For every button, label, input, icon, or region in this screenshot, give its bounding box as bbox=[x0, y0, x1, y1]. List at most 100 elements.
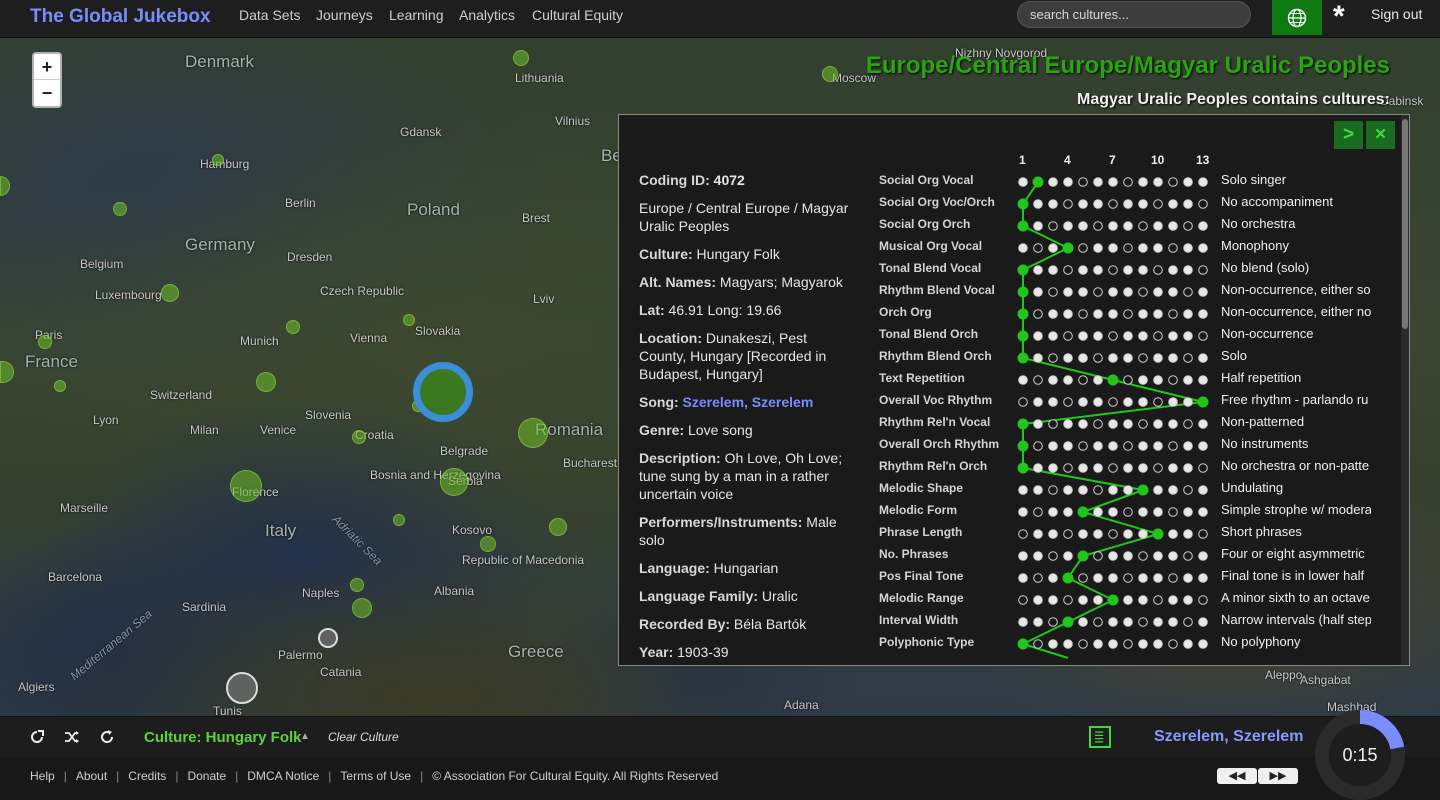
coding-dot[interactable] bbox=[1048, 441, 1058, 451]
coding-dot[interactable] bbox=[1153, 265, 1163, 275]
coding-dot[interactable] bbox=[1168, 265, 1178, 275]
coding-dot[interactable] bbox=[1018, 617, 1028, 627]
coding-dot-selected[interactable] bbox=[1152, 528, 1164, 540]
coding-dot[interactable] bbox=[1183, 353, 1193, 363]
culture-dropdown-caret-icon[interactable]: ▲ bbox=[300, 731, 310, 742]
coding-dot[interactable] bbox=[1108, 485, 1118, 495]
culture-marker[interactable] bbox=[230, 470, 262, 502]
coding-dot[interactable] bbox=[1198, 353, 1208, 363]
coding-line-name[interactable]: Rhythm Blend Vocal bbox=[879, 283, 995, 297]
coding-dot[interactable] bbox=[1018, 529, 1028, 539]
coding-dot[interactable] bbox=[1138, 441, 1148, 451]
coding-dot[interactable] bbox=[1183, 309, 1193, 319]
coding-dot[interactable] bbox=[1093, 221, 1103, 231]
coding-dot[interactable] bbox=[1138, 529, 1148, 539]
coding-dot[interactable] bbox=[1183, 265, 1193, 275]
coding-dot[interactable] bbox=[1153, 441, 1163, 451]
coding-dot-selected[interactable] bbox=[1032, 176, 1044, 188]
coding-dot[interactable] bbox=[1108, 573, 1118, 583]
coding-dot[interactable] bbox=[1153, 485, 1163, 495]
current-culture-label[interactable]: Culture: Hungary Folk bbox=[144, 729, 302, 746]
coding-dot[interactable] bbox=[1168, 353, 1178, 363]
coding-line-name[interactable]: Social Org Orch bbox=[879, 217, 970, 231]
coding-dot[interactable] bbox=[1153, 573, 1163, 583]
coding-dot[interactable] bbox=[1048, 265, 1058, 275]
coding-dot[interactable] bbox=[1153, 595, 1163, 605]
coding-dot[interactable] bbox=[1198, 463, 1208, 473]
coding-dot[interactable] bbox=[1018, 507, 1028, 517]
coding-dot[interactable] bbox=[1093, 265, 1103, 275]
coding-dot[interactable] bbox=[1168, 375, 1178, 385]
coding-dot[interactable] bbox=[1063, 309, 1073, 319]
coding-dot[interactable] bbox=[1048, 551, 1058, 561]
coding-dot[interactable] bbox=[1033, 199, 1043, 209]
rewind-button[interactable]: ◀◀ bbox=[1217, 768, 1257, 784]
coding-dot[interactable] bbox=[1138, 221, 1148, 231]
coding-dot[interactable] bbox=[1033, 485, 1043, 495]
coding-dot[interactable] bbox=[1063, 551, 1073, 561]
coding-dot[interactable] bbox=[1153, 309, 1163, 319]
coding-dot[interactable] bbox=[1198, 639, 1208, 649]
coding-dot[interactable] bbox=[1168, 221, 1178, 231]
coding-dot[interactable] bbox=[1108, 397, 1118, 407]
coding-dot[interactable] bbox=[1033, 397, 1043, 407]
culture-marker[interactable] bbox=[286, 320, 300, 334]
coding-dot[interactable] bbox=[1183, 419, 1193, 429]
culture-marker[interactable] bbox=[822, 66, 838, 82]
coding-dot[interactable] bbox=[1168, 573, 1178, 583]
coding-line-name[interactable]: Musical Org Vocal bbox=[879, 239, 982, 253]
coding-dot[interactable] bbox=[1138, 463, 1148, 473]
coding-dot[interactable] bbox=[1153, 287, 1163, 297]
culture-marker[interactable] bbox=[352, 598, 372, 618]
culture-marker[interactable] bbox=[113, 202, 127, 216]
next-button[interactable]: > bbox=[1334, 121, 1363, 149]
coding-dot[interactable] bbox=[1198, 573, 1208, 583]
coding-dot[interactable] bbox=[1108, 529, 1118, 539]
coding-dot[interactable] bbox=[1138, 177, 1148, 187]
coding-dot[interactable] bbox=[1108, 551, 1118, 561]
coding-dot[interactable] bbox=[1108, 177, 1118, 187]
coding-dot[interactable] bbox=[1108, 287, 1118, 297]
coding-dot[interactable] bbox=[1093, 441, 1103, 451]
coding-dot[interactable] bbox=[1063, 353, 1073, 363]
coding-dot[interactable] bbox=[1033, 265, 1043, 275]
coding-dot[interactable] bbox=[1093, 243, 1103, 253]
coding-dot[interactable] bbox=[1153, 397, 1163, 407]
coding-dot[interactable] bbox=[1048, 243, 1058, 253]
coding-dot[interactable] bbox=[1138, 573, 1148, 583]
footer-link[interactable]: Terms of Use bbox=[340, 769, 411, 783]
scrollbar-thumb[interactable] bbox=[1402, 119, 1408, 329]
coding-dot[interactable] bbox=[1138, 397, 1148, 407]
coding-dot[interactable] bbox=[1168, 177, 1178, 187]
coding-dot[interactable] bbox=[1153, 199, 1163, 209]
coding-dot[interactable] bbox=[1168, 463, 1178, 473]
coding-dot[interactable] bbox=[1168, 419, 1178, 429]
coding-dot[interactable] bbox=[1138, 199, 1148, 209]
coding-dot-selected[interactable] bbox=[1017, 330, 1029, 342]
coding-dot[interactable] bbox=[1183, 639, 1193, 649]
coding-dot[interactable] bbox=[1048, 463, 1058, 473]
coding-dot[interactable] bbox=[1108, 199, 1118, 209]
coding-dot[interactable] bbox=[1108, 309, 1118, 319]
coding-dot-selected[interactable] bbox=[1197, 396, 1209, 408]
coding-dot[interactable] bbox=[1168, 287, 1178, 297]
coding-dot[interactable] bbox=[1123, 441, 1133, 451]
coding-dot[interactable] bbox=[1078, 595, 1088, 605]
footer-link[interactable]: Credits bbox=[128, 769, 166, 783]
coding-dot[interactable] bbox=[1078, 353, 1088, 363]
coding-dot[interactable] bbox=[1048, 309, 1058, 319]
coding-dot[interactable] bbox=[1033, 529, 1043, 539]
clear-culture-button[interactable]: Clear Culture bbox=[328, 730, 399, 744]
coding-dot[interactable] bbox=[1048, 507, 1058, 517]
coding-dot[interactable] bbox=[1153, 419, 1163, 429]
coding-dot[interactable] bbox=[1168, 529, 1178, 539]
coding-dot-selected[interactable] bbox=[1137, 484, 1149, 496]
coding-dot[interactable] bbox=[1078, 485, 1088, 495]
coding-dot[interactable] bbox=[1108, 441, 1118, 451]
coding-dot[interactable] bbox=[1093, 595, 1103, 605]
coding-dot[interactable] bbox=[1168, 199, 1178, 209]
coding-dot[interactable] bbox=[1198, 199, 1208, 209]
fast-forward-button[interactable]: ▶▶ bbox=[1258, 768, 1298, 784]
coding-dot[interactable] bbox=[1123, 507, 1133, 517]
coding-dot[interactable] bbox=[1048, 529, 1058, 539]
